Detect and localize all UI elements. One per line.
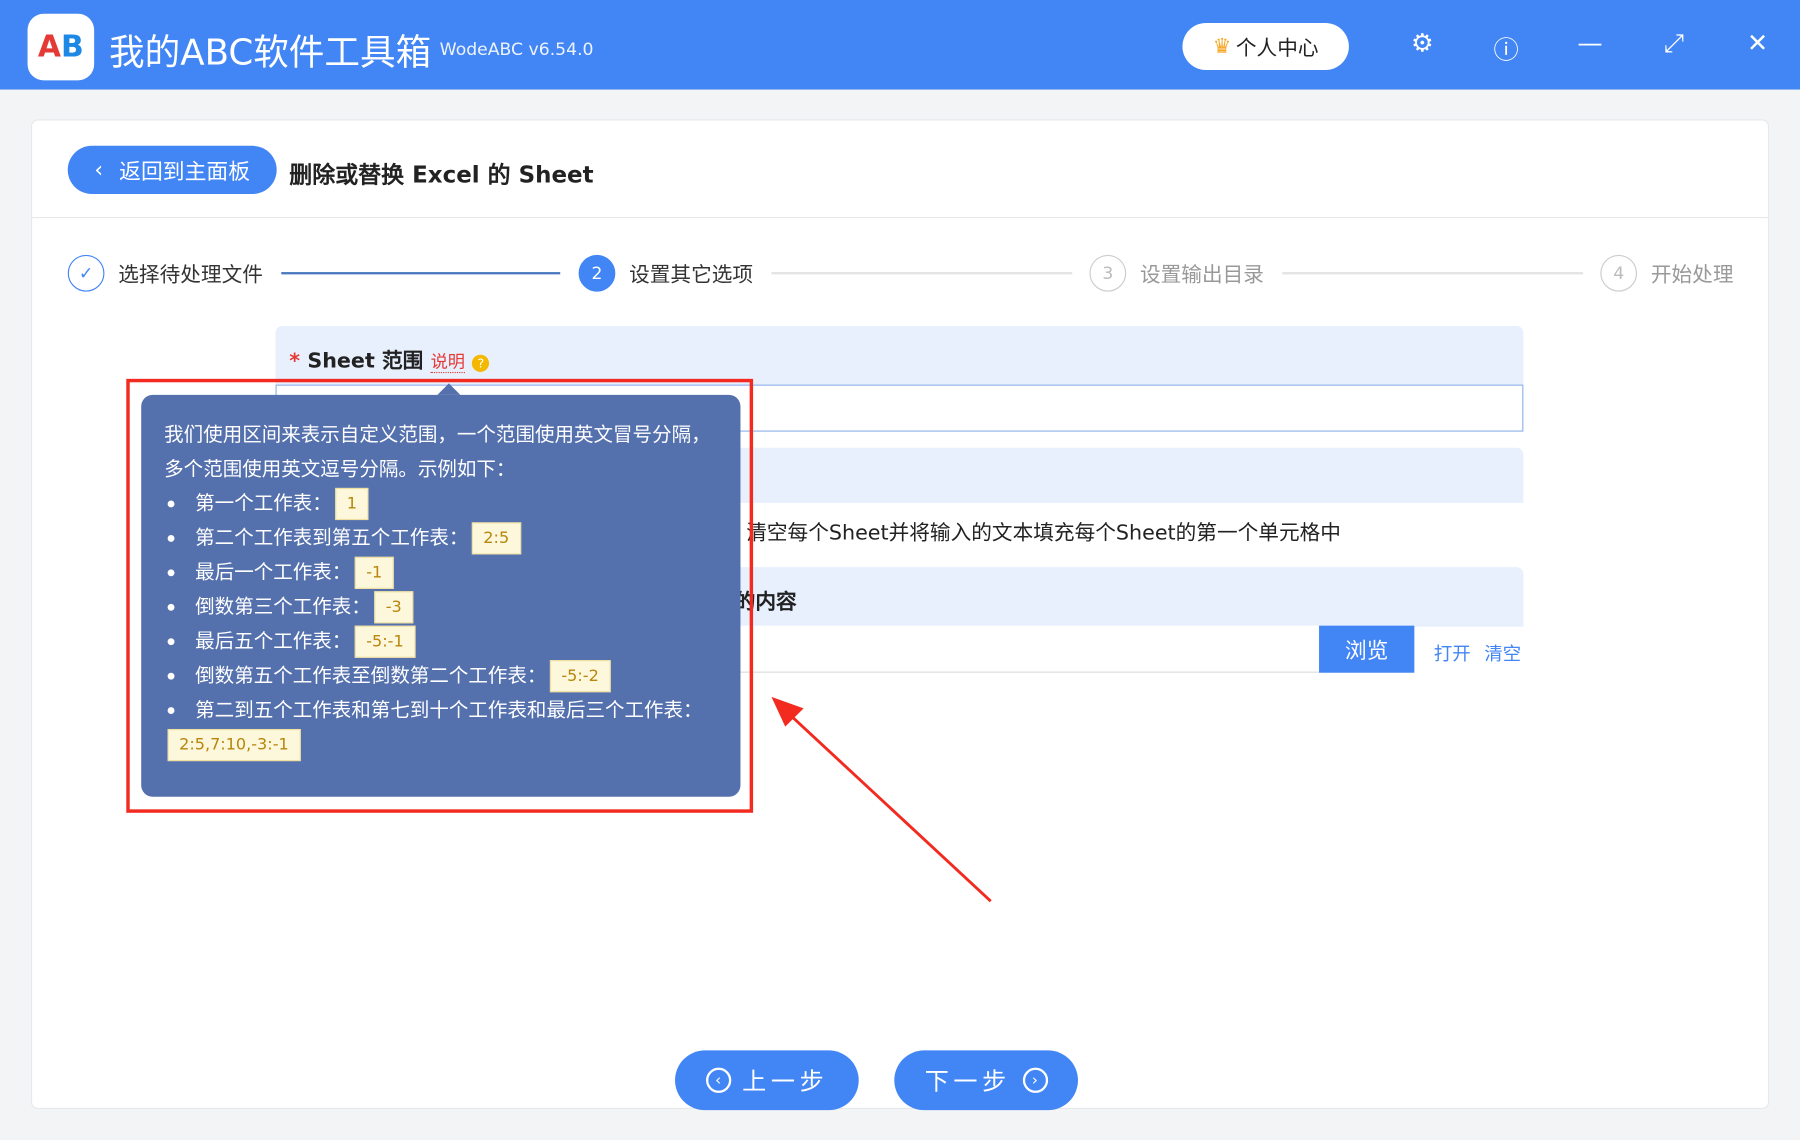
code-example: -3 xyxy=(374,591,414,624)
next-label: 下一步 xyxy=(924,1067,1011,1096)
step-3: 3 设置输出目录 xyxy=(1089,254,1264,292)
chevron-left-icon: ‹ xyxy=(94,157,104,183)
step-label: 设置输出目录 xyxy=(1139,262,1264,287)
help-tooltip: 我们使用区间来表示自定义范围，一个范围使用英文冒号分隔，多个范围使用英文逗号分隔… xyxy=(141,383,741,797)
maximize-icon[interactable]: ⤢ xyxy=(1657,30,1691,59)
app-version: WodeABC v6.54.0 xyxy=(439,39,594,60)
next-step-button[interactable]: 下一步 › xyxy=(894,1050,1078,1111)
tooltip-item: 第二到五个工作表和第七到十个工作表和最后三个工作表： 2:5,7:10,-3:-1 xyxy=(164,693,717,762)
crown-icon: ♛ xyxy=(1212,34,1232,59)
user-center-label: 个人中心 xyxy=(1235,36,1319,61)
chevron-right-circle-icon: › xyxy=(1022,1067,1048,1093)
tooltip-item: 倒数第三个工作表： -3 xyxy=(164,590,717,624)
code-example: -5:-1 xyxy=(354,625,416,658)
file-path-input[interactable] xyxy=(734,625,1321,673)
tooltip-item: 倒数第五个工作表至倒数第二个工作表： -5:-2 xyxy=(164,659,717,693)
tooltip-item: 最后一个工作表： -1 xyxy=(164,556,717,590)
user-center-button[interactable]: ♛ 个人中心 xyxy=(1182,22,1349,71)
required-mark: * xyxy=(289,348,301,374)
code-example: 2:5,7:10,-3:-1 xyxy=(167,728,301,762)
settings-icon[interactable]: ⚙ xyxy=(1405,30,1439,59)
item-text: 第二到五个工作表和第七到十个工作表和最后三个工作表： xyxy=(195,699,703,723)
sheet-range-label: * Sheet 范围 说明 ? xyxy=(289,344,490,374)
item-text: 第二个工作表到第五个工作表： xyxy=(195,526,469,550)
step-1: ✓ 选择待处理文件 xyxy=(67,254,263,292)
title-bar: AB 我的ABC软件工具箱 WodeABC v6.54.0 ♛ 个人中心 ⚙ ⓘ … xyxy=(0,0,1800,90)
step-4: 4 开始处理 xyxy=(1600,254,1734,292)
tooltip-intro: 我们使用区间来表示自定义范围，一个范围使用英文冒号分隔，多个范围使用英文逗号分隔… xyxy=(164,423,711,482)
option-description: 清空每个Sheet并将输入的文本填充每个Sheet的第一个单元格中 xyxy=(746,521,1341,546)
red-arrow-annotation xyxy=(771,696,992,903)
step-number: 4 xyxy=(1600,254,1638,292)
step-2: 2 设置其它选项 xyxy=(578,254,754,292)
item-text: 倒数第五个工作表至倒数第二个工作表： xyxy=(195,664,547,688)
help-icon[interactable]: ⓘ xyxy=(1489,30,1523,67)
item-text: 最后五个工作表： xyxy=(195,630,352,654)
divider xyxy=(32,216,1768,219)
back-to-main-button[interactable]: ‹ 返回到主面板 xyxy=(67,145,277,195)
tooltip-item: 第二个工作表到第五个工作表： 2:5 xyxy=(164,521,717,555)
step-connector xyxy=(1282,272,1584,274)
code-example: 2:5 xyxy=(471,522,521,555)
browse-button[interactable]: 浏览 xyxy=(1319,625,1415,673)
help-link[interactable]: 说明 xyxy=(430,351,465,374)
minimize-icon[interactable]: — xyxy=(1573,30,1607,59)
code-example: -5:-2 xyxy=(549,660,611,693)
app-title: 我的ABC软件工具箱 xyxy=(109,32,432,74)
code-example: 1 xyxy=(335,487,369,521)
app-logo: AB xyxy=(27,13,95,81)
clear-link[interactable]: 清空 xyxy=(1484,638,1521,666)
step-number: 3 xyxy=(1089,254,1127,292)
step-label: 设置其它选项 xyxy=(629,262,754,287)
step-connector xyxy=(771,272,1073,274)
code-example: -1 xyxy=(354,556,394,589)
item-text: 第一个工作表： xyxy=(195,492,332,516)
step-connector xyxy=(281,272,561,274)
chevron-left-circle-icon: ‹ xyxy=(705,1067,731,1093)
close-icon[interactable]: ✕ xyxy=(1740,30,1774,59)
step-number: 2 xyxy=(578,254,616,292)
item-text: 倒数第三个工作表： xyxy=(195,595,371,619)
step-label: 开始处理 xyxy=(1650,262,1734,287)
tooltip-item: 最后五个工作表： -5:-1 xyxy=(164,625,717,659)
back-label: 返回到主面板 xyxy=(119,158,251,185)
page-title: 删除或替换 Excel 的 Sheet xyxy=(289,160,594,189)
open-link[interactable]: 打开 xyxy=(1434,638,1471,666)
prev-label: 上一步 xyxy=(742,1067,829,1096)
step-label: 选择待处理文件 xyxy=(118,262,263,287)
check-icon: ✓ xyxy=(67,254,105,292)
previous-step-button[interactable]: ‹ 上一步 xyxy=(675,1050,859,1111)
item-text: 最后一个工作表： xyxy=(195,561,352,585)
label-text: Sheet 范围 xyxy=(307,348,424,374)
question-icon[interactable]: ? xyxy=(472,354,490,372)
tooltip-item: 第一个工作表： 1 xyxy=(164,487,717,521)
